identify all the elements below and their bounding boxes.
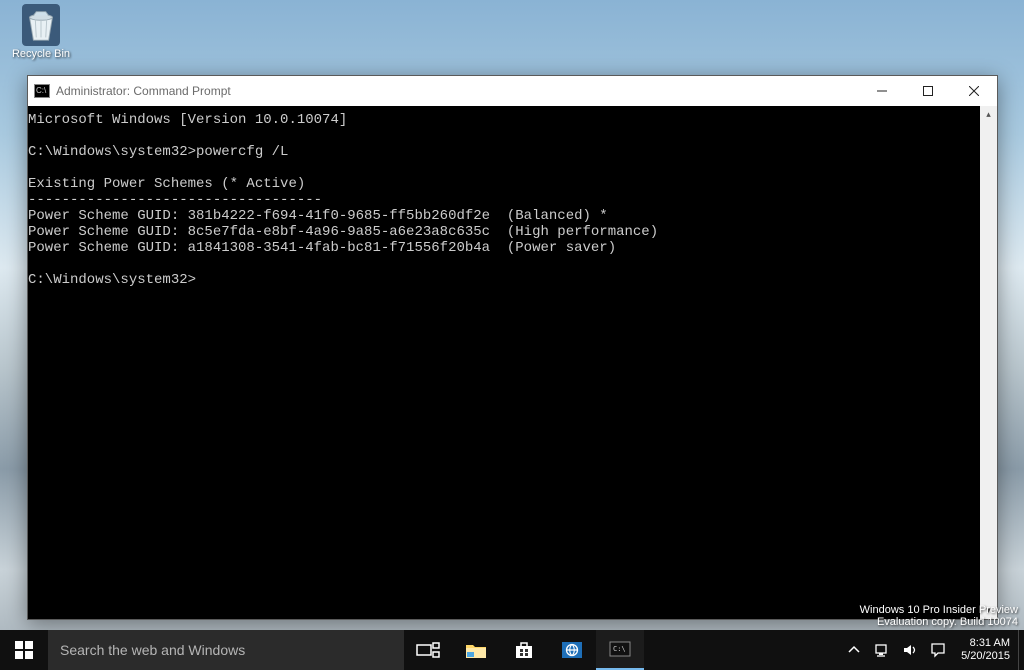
desktop-icon-label: Recycle Bin [6,48,76,60]
watermark-line2: Evaluation copy. Build 10074 [860,616,1018,628]
system-tray [839,630,953,670]
show-desktop-button[interactable] [1018,630,1024,670]
scroll-track[interactable] [980,123,997,602]
window-controls [859,76,997,106]
search-placeholder: Search the web and Windows [60,642,245,658]
store-icon [512,640,536,660]
maximize-button[interactable] [905,76,951,106]
scroll-thumb[interactable] [980,123,997,602]
clock-time: 8:31 AM [961,637,1010,650]
store-button[interactable] [500,630,548,670]
minimize-button[interactable] [859,76,905,106]
network-icon[interactable] [873,642,891,658]
command-prompt-window: C:\ Administrator: Command Prompt Micros… [27,75,998,620]
start-button[interactable] [0,630,48,670]
cmd-taskbar-icon: C:\ [608,639,632,659]
close-button[interactable] [951,76,997,106]
recycle-bin-desktop-icon[interactable]: Recycle Bin [6,4,76,60]
file-explorer-icon [464,640,488,660]
scroll-up-button[interactable]: ▴ [980,106,997,123]
terminal-output[interactable]: Microsoft Windows [Version 10.0.10074] C… [28,106,980,619]
tray-overflow-button[interactable] [845,642,863,658]
volume-icon[interactable] [901,642,919,658]
recycle-bin-icon [22,4,60,46]
edge-button[interactable] [548,630,596,670]
taskbar: Search the web and Windows C:\ [0,630,1024,670]
edge-icon [560,640,584,660]
taskbar-spacer [644,630,839,670]
search-input[interactable]: Search the web and Windows [48,630,404,670]
window-title: Administrator: Command Prompt [56,84,859,98]
task-view-button[interactable] [404,630,452,670]
watermark-line1: Windows 10 Pro Insider Preview [860,604,1018,616]
file-explorer-button[interactable] [452,630,500,670]
clock[interactable]: 8:31 AM 5/20/2015 [953,630,1018,670]
titlebar[interactable]: C:\ Administrator: Command Prompt [28,76,997,106]
watermark: Windows 10 Pro Insider Preview Evaluatio… [860,604,1018,628]
scrollbar[interactable]: ▴ ▾ [980,106,997,619]
task-view-icon [416,640,440,660]
cmd-icon: C:\ [34,84,50,98]
action-center-icon[interactable] [929,642,947,658]
clock-date: 5/20/2015 [961,650,1010,663]
cmd-taskbar-button[interactable]: C:\ [596,630,644,670]
svg-text:C:\: C:\ [613,645,626,653]
